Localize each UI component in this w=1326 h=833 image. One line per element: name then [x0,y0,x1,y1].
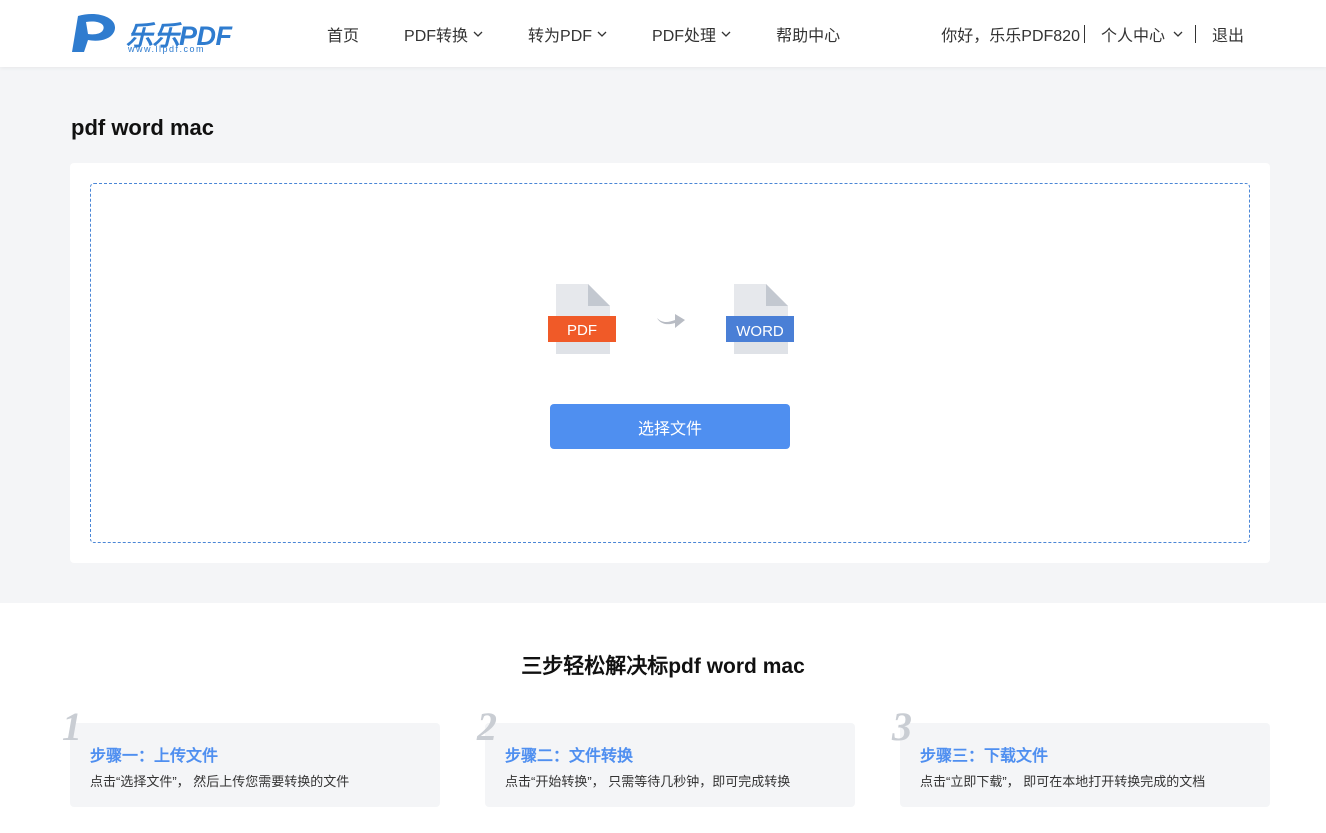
step-card: 2 步骤二：文件转换 点击“开始转换”， 只需等待几秒钟，即可完成转换 [477,704,855,807]
svg-text:PDF: PDF [567,322,597,339]
user-area: 你好，乐乐PDF820 个人中心 退出 [941,0,1244,67]
nav-pdf-process[interactable]: PDF处理 [652,22,731,46]
user-center-label: 个人中心 [1100,27,1165,45]
step-number: 3 [892,704,912,749]
nav-home-label: 首页 [327,27,360,45]
step-number: 1 [62,704,82,749]
chevron-down-icon [597,31,607,37]
file-dropzone[interactable]: PDF WORD 选择文件 [90,183,1250,543]
nav-pdf-convert-label: PDF转换 [404,27,469,45]
user-center-menu[interactable]: 个人中心 [1101,22,1183,46]
logout-link[interactable]: 退出 [1212,22,1244,46]
step-number: 2 [477,704,497,749]
arrow-right-icon [657,314,685,328]
logo-url: www.llpdf.com [128,44,206,54]
chevron-down-icon [721,31,731,37]
pdf-file-icon: PDF [548,284,616,354]
nav-pdf-process-label: PDF处理 [652,27,717,45]
converter-section: pdf word mac PDF WORD 选择文件 [0,67,1326,603]
step-card: 3 步骤三：下载文件 点击“立即下载”， 即可在本地打开转换完成的文档 [892,704,1270,807]
step-description: 点击“选择文件”， 然后上传您需要转换的文件 [90,774,350,789]
step-card: 1 步骤一：上传文件 点击“选择文件”， 然后上传您需要转换的文件 [62,704,440,807]
nav-to-pdf-label: 转为PDF [528,27,593,45]
divider [1194,24,1196,43]
step-description: 点击“立即下载”， 即可在本地打开转换完成的文档 [920,774,1206,789]
chevron-down-icon [1173,31,1183,37]
nav-pdf-convert[interactable]: PDF转换 [404,22,483,46]
logo-icon: PDF [72,13,116,54]
step-heading: 步骤二：文件转换 [505,748,634,765]
main-nav: 首页 PDF转换 转为PDF PDF处理 帮助中心 [327,0,840,67]
site-logo[interactable]: PDF 乐乐PDF www.llpdf.com [68,10,233,56]
user-greeting[interactable]: 你好，乐乐PDF820 [941,22,1080,46]
nav-to-pdf[interactable]: 转为PDF [528,22,607,46]
nav-help[interactable]: 帮助中心 [776,22,840,46]
svg-text:PDF: PDF [88,43,110,54]
top-header: PDF 乐乐PDF www.llpdf.com 首页 PDF转换 转为PDF P… [0,0,1326,67]
step-heading: 步骤三：下载文件 [920,748,1049,765]
page-title: pdf word mac [71,115,215,140]
nav-home[interactable]: 首页 [327,22,359,46]
upload-card: PDF WORD 选择文件 [70,163,1270,563]
select-file-button[interactable]: 选择文件 [550,404,790,449]
steps-title: 三步轻松解决标pdf word mac [521,655,805,678]
step-description: 点击“开始转换”， 只需等待几秒钟，即可完成转换 [505,774,791,789]
step-heading: 步骤一：上传文件 [90,748,219,765]
word-file-icon: WORD [726,284,794,354]
divider [1083,24,1085,43]
svg-text:WORD: WORD [736,323,784,340]
chevron-down-icon [473,31,483,37]
nav-help-label: 帮助中心 [776,27,841,45]
